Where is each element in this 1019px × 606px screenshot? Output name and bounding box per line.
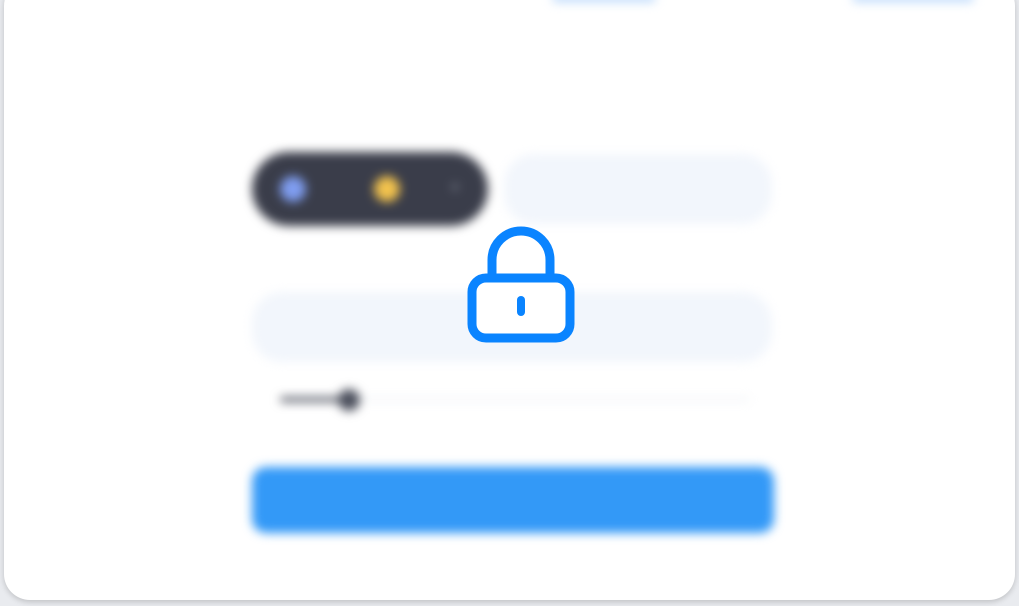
chevron-down-icon: ▾ [452,180,459,194]
pair-selector[interactable]: ▾ [252,152,488,226]
locked-form-card: ▾ [4,0,1015,600]
lock-icon [467,226,575,343]
days-slider-thumb[interactable] [338,389,360,411]
eth-coin-icon [280,176,306,202]
trade-button[interactable] [252,467,774,533]
top-link-left[interactable] [552,0,656,2]
amount-input[interactable] [504,154,772,224]
top-link-right[interactable] [852,0,974,2]
usdc-coin-icon [374,176,400,202]
days-slider-fill [280,397,346,402]
